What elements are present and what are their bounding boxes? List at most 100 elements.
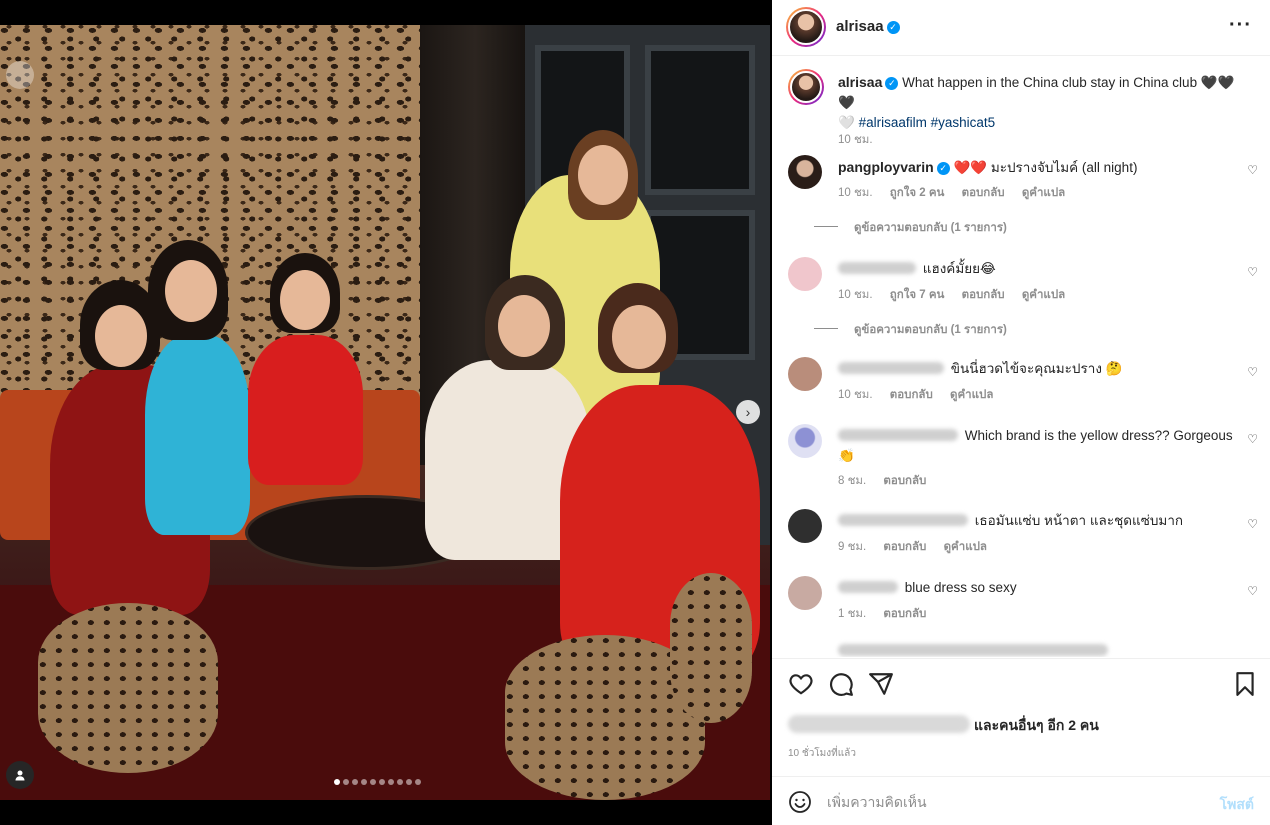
likes-summary[interactable]: และคนอื่นๆ อีก 2 คน — [788, 715, 1099, 737]
carousel-dot — [415, 779, 421, 785]
carousel-dot — [397, 779, 403, 785]
like-comment-heart-icon[interactable]: ♡ — [1247, 365, 1258, 379]
caption-line2-prefix: 🤍 — [838, 115, 855, 130]
verified-badge-icon: ✓ — [885, 77, 899, 90]
comment-time: 1 ชม. — [838, 608, 867, 620]
commenter-avatar[interactable] — [788, 257, 822, 291]
comment-time: 9 ชม. — [838, 541, 867, 553]
more-options-icon[interactable]: ··· — [1229, 14, 1252, 37]
like-comment-heart-icon[interactable]: ♡ — [1247, 517, 1258, 531]
comment-item: pangployvarin ✓ ❤️❤️ มะปรางจับไมค์ (all n… — [788, 155, 1258, 255]
commenter-avatar[interactable] — [788, 509, 822, 543]
instagram-post-modal: › alrisaa✓ ··· alrisaa✓ What happen in — [0, 0, 1270, 825]
post-header: alrisaa ✓ ··· — [772, 0, 1270, 56]
translate-button[interactable]: ดูคำแปล — [1022, 187, 1065, 199]
verified-badge-icon: ✓ — [886, 21, 900, 34]
commenter-username-blurred[interactable] — [838, 429, 958, 441]
comment-item: แฮงค์มั้ยย😂 ♡ 10 ชม. ถูกใจ 7 คน ตอบกลับ … — [788, 257, 1258, 357]
view-replies-button[interactable]: ดูข้อความตอบกลับ (1 รายการ) — [814, 219, 1007, 237]
reply-button[interactable]: ตอบกลับ — [883, 541, 926, 553]
comment-composer: โพสต์ — [772, 776, 1270, 825]
caption: alrisaa ✓ What happen in the China club s… — [788, 69, 1258, 146]
commenter-username-blurred[interactable] — [838, 262, 916, 274]
like-comment-heart-icon[interactable]: ♡ — [1247, 432, 1258, 446]
verified-badge-icon: ✓ — [936, 162, 950, 175]
like-comment-heart-icon[interactable]: ♡ — [1247, 163, 1258, 177]
comment-time: 8 ชม. — [838, 475, 867, 487]
comment-text: ขินนี่ฮวดไข้จะคุณมะปราง 🤔 — [950, 361, 1123, 376]
carousel-indicator — [334, 779, 421, 785]
comment-likes[interactable]: ถูกใจ 7 คน — [890, 289, 945, 301]
translate-button[interactable]: ดูคำแปล — [944, 541, 987, 553]
carousel-dot — [406, 779, 412, 785]
post-comment-button[interactable]: โพสต์ — [1220, 794, 1254, 816]
caption-hashtags[interactable]: #alrisaafilm #yashicat5 — [859, 115, 996, 130]
carousel-dot — [370, 779, 376, 785]
bookmark-icon[interactable] — [1232, 671, 1258, 697]
commenter-username[interactable]: pangployvarin — [838, 159, 934, 175]
comment-text: ❤️❤️ มะปรางจับไมค์ (all night) — [953, 160, 1138, 175]
share-icon[interactable] — [868, 671, 894, 697]
view-replies-button[interactable]: ดูข้อความตอบกลับ (1 รายการ) — [814, 321, 1007, 339]
comment-text: เธอมันแซ่บ หน้าตา และชุดแซ่บมาก — [974, 513, 1184, 528]
carousel-dot — [388, 779, 394, 785]
carousel-dot — [361, 779, 367, 785]
comment-icon[interactable] — [828, 671, 854, 697]
translate-button[interactable]: ดูคำแปล — [1022, 289, 1065, 301]
commenter-username-blurred[interactable] — [838, 581, 898, 593]
reply-button[interactable]: ตอบกลับ — [883, 475, 926, 487]
person-blue-dress — [145, 335, 250, 535]
leopard-pouf-left — [38, 603, 218, 773]
author-username[interactable]: alrisaa ✓ — [836, 18, 900, 35]
leopard-pouf-right — [670, 573, 752, 723]
tagged-users-button[interactable] — [6, 761, 34, 789]
reply-button[interactable]: ตอบกลับ — [962, 289, 1005, 301]
gesture-icon — [6, 61, 34, 89]
emoji-icon[interactable] — [788, 790, 812, 814]
comment-text: แฮงค์มั้ยย😂 — [922, 261, 996, 276]
commenter-avatar[interactable] — [788, 424, 822, 458]
caption-avatar[interactable] — [788, 69, 824, 105]
heart-icon[interactable] — [788, 671, 814, 697]
author-avatar[interactable] — [786, 7, 826, 47]
person-icon — [15, 770, 25, 781]
comment-item: Which brand is the yellow dress?? Gorgeo… — [788, 424, 1258, 504]
comments-list: alrisaa ✓ What happen in the China club s… — [772, 57, 1270, 657]
carousel-dot — [334, 779, 340, 785]
reply-button[interactable]: ตอบกลับ — [883, 608, 926, 620]
caption-time: 10 ชม. — [838, 134, 873, 146]
reply-button[interactable]: ตอบกลับ — [890, 389, 933, 401]
comment-item: ขินนี่ฮวดไข้จะคุณมะปราง 🤔 ♡ 10 ชม. ตอบกล… — [788, 357, 1258, 417]
comment-input[interactable] — [827, 790, 1197, 814]
translate-button[interactable]: ดูคำแปล — [950, 389, 993, 401]
comment-item-partial — [788, 642, 1258, 657]
carousel-dot — [343, 779, 349, 785]
person-red-dress — [248, 335, 363, 485]
caption-username[interactable]: alrisaa — [838, 74, 882, 90]
commenter-avatar[interactable] — [788, 576, 822, 610]
like-comment-heart-icon[interactable]: ♡ — [1247, 584, 1258, 598]
carousel-next-button[interactable]: › — [736, 400, 760, 424]
post-actions: และคนอื่นๆ อีก 2 คน 10 ชั่วโมงที่แล้ว — [772, 658, 1270, 778]
comment-time: 10 ชม. — [838, 289, 873, 301]
like-comment-heart-icon[interactable]: ♡ — [1247, 265, 1258, 279]
post-photo[interactable] — [0, 25, 770, 800]
comment-time: 10 ชม. — [838, 187, 873, 199]
comment-item: เธอมันแซ่บ หน้าตา และชุดแซ่บมาก ♡ 9 ชม. … — [788, 509, 1258, 569]
caption-text: What happen in the China club stay in Ch… — [838, 75, 1235, 110]
commenter-avatar[interactable] — [788, 357, 822, 391]
post-side-panel: alrisaa ✓ ··· alrisaa ✓ What happen in the… — [772, 0, 1270, 825]
liker-avatars-blurred — [788, 715, 970, 733]
commenter-avatar[interactable] — [788, 155, 822, 189]
reply-button[interactable]: ตอบกลับ — [962, 187, 1005, 199]
comment-time: 10 ชม. — [838, 389, 873, 401]
post-media: › — [0, 0, 772, 825]
carousel-dot — [352, 779, 358, 785]
carousel-dot — [379, 779, 385, 785]
comment-item: blue dress so sexy ♡ 1 ชม. ตอบกลับ — [788, 576, 1258, 636]
comment-likes[interactable]: ถูกใจ 2 คน — [890, 187, 945, 199]
commenter-username-blurred[interactable] — [838, 514, 968, 526]
comment-text: blue dress so sexy — [904, 580, 1017, 595]
commenter-username-blurred[interactable] — [838, 362, 944, 374]
post-timestamp: 10 ชั่วโมงที่แล้ว — [788, 748, 856, 759]
